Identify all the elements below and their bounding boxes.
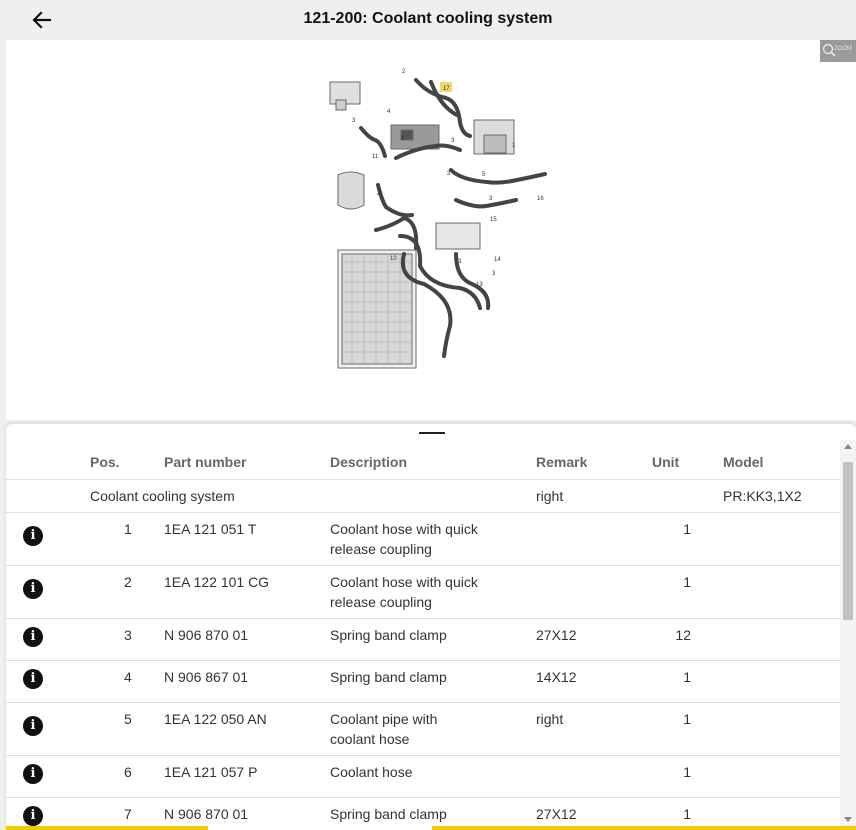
row-remark: right [536, 711, 564, 727]
svg-text:3: 3 [352, 118, 356, 124]
row-remark: 27X12 [536, 627, 577, 643]
row-part-number: 1EA 122 101 CG [164, 574, 270, 590]
top-bar: 121-200: Coolant cooling system [0, 0, 856, 40]
col-part-number: Part number [164, 454, 247, 470]
table-row[interactable]: i 1 1EA 121 051 T Coolant hose with quic… [6, 513, 840, 566]
row-part-number: N 906 870 01 [164, 627, 249, 643]
group-row: Coolant cooling system right PR:KK3,1X2 [6, 480, 840, 513]
svg-text:4: 4 [387, 109, 391, 115]
col-model: Model [723, 454, 764, 470]
row-description: Coolant pipe with coolant hose [330, 711, 438, 747]
col-remark: Remark [536, 454, 588, 470]
parts-list-sheet: Pos. Part number Description Remark Unit… [6, 424, 856, 830]
row-description: Spring band clamp [330, 669, 447, 685]
table-header: Pos. Part number Description Remark Unit… [6, 444, 840, 480]
row-pos: 2 [124, 574, 132, 590]
scroll-up-icon[interactable] [844, 444, 852, 449]
row-pos: 3 [124, 627, 132, 643]
bottom-accent-left [6, 826, 208, 830]
table-row[interactable]: i 4 N 906 867 01 Spring band clamp 14X12… [6, 661, 840, 703]
row-description: Spring band clamp [330, 806, 447, 822]
row-unit: 1 [683, 806, 691, 822]
svg-text:5: 5 [482, 172, 486, 178]
scroll-down-icon[interactable] [844, 817, 852, 822]
scroll-thumb[interactable] [843, 462, 853, 620]
row-unit: 12 [675, 627, 691, 643]
row-remark: 27X12 [536, 806, 577, 822]
svg-text:2: 2 [402, 69, 406, 75]
group-remark: right [536, 488, 564, 504]
svg-text:15: 15 [490, 217, 497, 223]
info-icon[interactable]: i [23, 627, 43, 647]
row-part-number: 1EA 122 050 AN [164, 711, 267, 727]
callout-17[interactable]: 17 [443, 86, 450, 92]
row-unit: 1 [683, 669, 691, 685]
row-part-number: 1EA 121 057 P [164, 764, 258, 780]
row-unit: 1 [683, 764, 691, 780]
info-icon[interactable]: i [23, 764, 43, 784]
svg-text:3: 3 [458, 259, 462, 265]
svg-text:3: 3 [489, 196, 493, 202]
row-unit: 1 [683, 574, 691, 590]
row-part-number: 1EA 121 051 T [164, 521, 257, 537]
table-row[interactable]: i 5 1EA 122 050 AN Coolant pipe with coo… [6, 703, 840, 756]
group-model: PR:KK3,1X2 [723, 488, 802, 504]
zoom-button[interactable]: ZOOM [820, 40, 856, 62]
svg-text:11: 11 [372, 154, 379, 160]
bottom-accent-right [432, 826, 856, 830]
row-part-number: N 906 867 01 [164, 669, 249, 685]
svg-text:3: 3 [492, 271, 496, 277]
row-pos: 1 [124, 521, 132, 537]
table-row[interactable]: i 2 1EA 122 101 CG Coolant hose with qui… [6, 566, 840, 619]
info-icon[interactable]: i [23, 579, 43, 599]
row-pos: 4 [124, 669, 132, 685]
table-row[interactable]: i 6 1EA 121 057 P Coolant hose 1 [6, 756, 840, 798]
svg-text:13: 13 [476, 282, 483, 288]
drag-handle[interactable] [419, 432, 445, 434]
table-scrollbar[interactable] [840, 440, 856, 830]
info-icon[interactable]: i [23, 716, 43, 736]
info-icon[interactable]: i [23, 526, 43, 546]
zoom-label: ZOOM [834, 46, 852, 52]
col-pos: Pos. [90, 454, 120, 470]
row-description: Spring band clamp [330, 627, 447, 643]
col-description: Description [330, 454, 408, 470]
svg-text:10: 10 [390, 256, 397, 262]
col-unit: Unit [652, 454, 680, 470]
row-pos: 5 [124, 711, 132, 727]
coolant-system-illustration: 234 17811 313 5316 15410 21413 33 17 [329, 69, 547, 369]
row-description: Coolant hose with quick release coupling [330, 521, 478, 557]
group-title: Coolant cooling system [90, 488, 235, 504]
svg-text:14: 14 [494, 257, 501, 263]
row-pos: 6 [124, 764, 132, 780]
svg-text:3: 3 [451, 138, 455, 144]
svg-text:1: 1 [512, 143, 516, 149]
row-unit: 1 [683, 711, 691, 727]
row-remark: 14X12 [536, 669, 577, 685]
info-icon[interactable]: i [23, 669, 43, 689]
row-description: Coolant hose with quick release coupling [330, 574, 478, 610]
svg-text:16: 16 [537, 196, 544, 202]
parts-diagram: 234 17811 313 5316 15410 21413 33 17 ZOO… [6, 40, 856, 420]
row-description: Coolant hose [330, 764, 413, 780]
row-pos: 7 [124, 806, 132, 822]
info-icon[interactable]: i [23, 806, 43, 826]
table-row[interactable]: i 3 N 906 870 01 Spring band clamp 27X12… [6, 619, 840, 661]
row-unit: 1 [683, 521, 691, 537]
page-title: 121-200: Coolant cooling system [303, 10, 553, 27]
row-part-number: N 906 870 01 [164, 806, 249, 822]
